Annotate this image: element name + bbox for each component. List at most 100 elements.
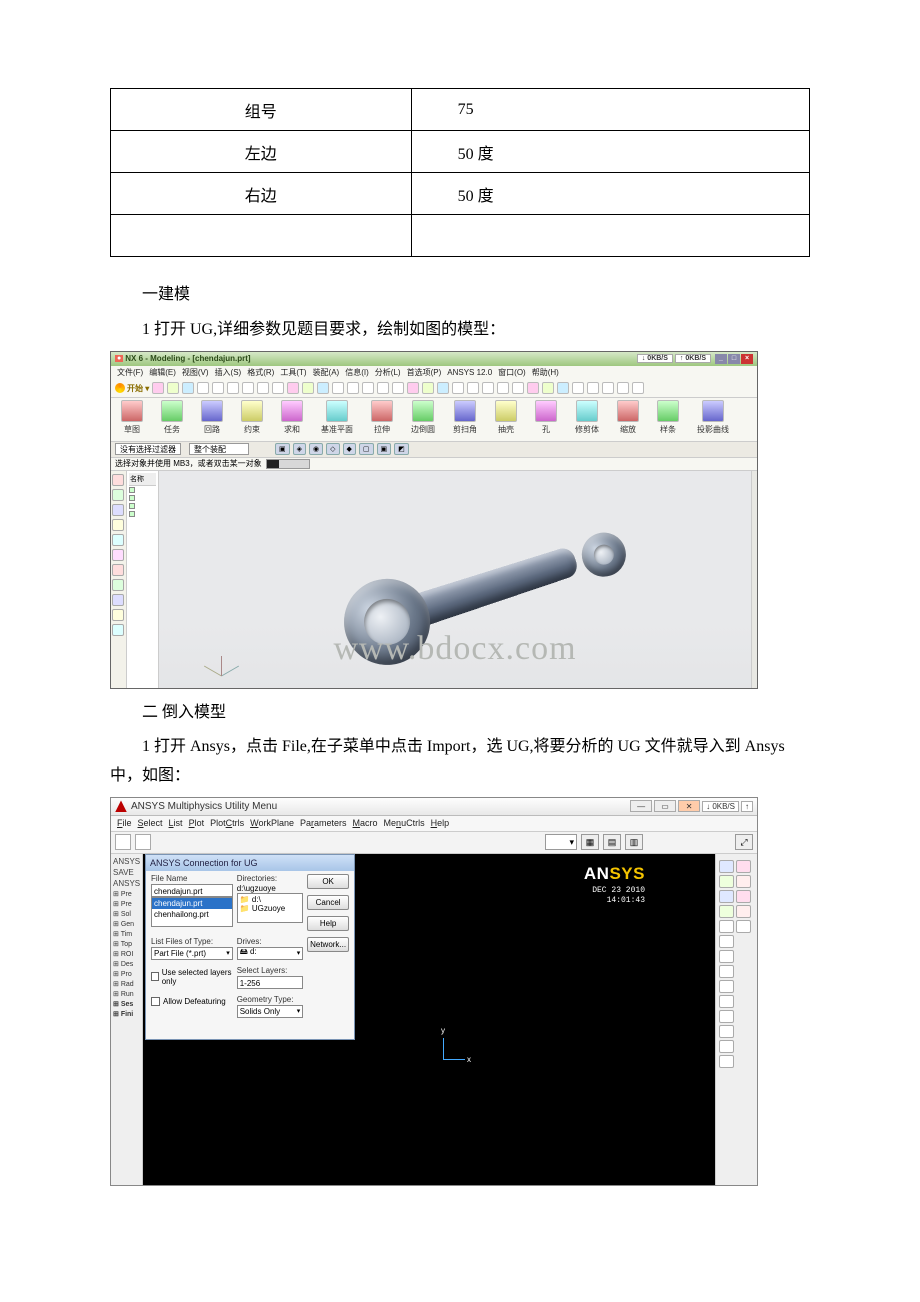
menu-workplane[interactable]: WorkPlane	[250, 818, 294, 828]
tool-icon[interactable]	[407, 382, 419, 394]
shell-icon[interactable]	[495, 400, 517, 422]
tool-icon[interactable]	[332, 382, 344, 394]
nx-menu-item[interactable]: 帮助(H)	[530, 367, 561, 378]
tool-icon[interactable]	[287, 382, 299, 394]
tool-icon[interactable]	[467, 382, 479, 394]
filter-chip-icon[interactable]: ◈	[293, 443, 306, 455]
tool-icon[interactable]	[167, 382, 179, 394]
tree-item[interactable]: ⊞ Ses	[113, 999, 140, 1009]
toolbar-btn-icon[interactable]: ▥	[625, 834, 643, 850]
nx-menu-item[interactable]: 窗口(O)	[496, 367, 528, 378]
tree-item[interactable]: ⊞ Tim	[113, 929, 140, 939]
close-button[interactable]: ×	[741, 354, 753, 364]
pan-up-icon[interactable]	[719, 1025, 734, 1038]
drives-dropdown[interactable]: 🖴 d:▾	[237, 947, 304, 960]
tool-icon[interactable]	[527, 382, 539, 394]
ok-button[interactable]: OK	[307, 874, 349, 889]
tree-item[interactable]: ⊞ Gen	[113, 919, 140, 929]
view-bottom-icon[interactable]	[736, 890, 751, 903]
tree-item[interactable]: ⊞ Top	[113, 939, 140, 949]
tool-icon[interactable]	[542, 382, 554, 394]
spline-icon[interactable]	[657, 400, 679, 422]
tool-icon[interactable]	[497, 382, 509, 394]
tool-icon[interactable]	[437, 382, 449, 394]
directory-list[interactable]: d:\ UGzuoye	[237, 893, 304, 923]
project-curve-icon[interactable]	[702, 400, 724, 422]
scale-icon[interactable]	[617, 400, 639, 422]
use-layers-checkbox[interactable]: Use selected layers only	[151, 968, 233, 986]
filter-chip-icon[interactable]: ◇	[326, 443, 339, 455]
minimize-button[interactable]: _	[715, 354, 727, 364]
tool-icon[interactable]	[602, 382, 614, 394]
fillet-icon[interactable]	[412, 400, 434, 422]
tree-item[interactable]: ⊞ Fini	[113, 1009, 140, 1019]
tree-item[interactable]: ⊞ Pre	[113, 899, 140, 909]
rail-icon[interactable]	[112, 519, 124, 531]
menu-list[interactable]: List	[169, 818, 183, 828]
tool-icon[interactable]	[347, 382, 359, 394]
sketch-icon[interactable]	[121, 400, 143, 422]
geometry-type-dropdown[interactable]: Solids Only▾	[237, 1005, 304, 1018]
nx-menu-item[interactable]: 编辑(E)	[147, 367, 178, 378]
nx-menu-item[interactable]: 信息(I)	[343, 367, 371, 378]
file-list[interactable]: chendajun.prt chenhailong.prt	[151, 897, 233, 927]
tool-icon[interactable]	[272, 382, 284, 394]
trimbody-icon[interactable]	[576, 400, 598, 422]
dir-item[interactable]: UGzuoye	[240, 904, 301, 913]
menu-parameters[interactable]: Parameters	[300, 818, 347, 828]
filter-chip-icon[interactable]: ▢	[359, 443, 374, 455]
tree-item[interactable]: ⊞ Pro	[113, 969, 140, 979]
nx-3d-viewport[interactable]: www.bdocx.com	[159, 471, 751, 689]
rail-icon[interactable]	[112, 504, 124, 516]
tree-item[interactable]: ⊞ ROI	[113, 949, 140, 959]
tool-icon[interactable]	[422, 382, 434, 394]
view-next-icon[interactable]	[719, 1010, 734, 1023]
view-back-icon[interactable]	[736, 875, 751, 888]
tool-icon[interactable]	[242, 382, 254, 394]
zoom-in-icon[interactable]	[719, 920, 734, 933]
tool-icon[interactable]	[617, 382, 629, 394]
ansys-main-menu[interactable]: ANSYS SAVE ANSYS ⊞ Pre ⊞ Pre ⊞ Sol ⊞ Gen…	[111, 854, 143, 1186]
tree-item[interactable]: ⊞ Sol	[113, 909, 140, 919]
menu-menuctrls[interactable]: MenuCtrls	[384, 818, 425, 828]
maximize-button[interactable]: ▭	[654, 800, 676, 812]
view-left-icon[interactable]	[719, 905, 734, 918]
menu-plotctrls[interactable]: PlotCtrls	[210, 818, 244, 828]
pan-down-icon[interactable]	[719, 1040, 734, 1053]
rail-icon[interactable]	[112, 594, 124, 606]
view-front-icon[interactable]	[719, 875, 734, 888]
tree-item[interactable]: ⊞ Run	[113, 989, 140, 999]
file-list-item-selected[interactable]: chendajun.prt	[152, 898, 232, 909]
zoom-fit-icon[interactable]	[719, 980, 734, 993]
tool-icon[interactable]	[257, 382, 269, 394]
rail-icon[interactable]	[112, 624, 124, 636]
rail-icon[interactable]	[112, 549, 124, 561]
toolbar-raise-icon[interactable]: ⤢	[735, 834, 753, 850]
datum-plane-icon[interactable]	[326, 400, 348, 422]
file-type-dropdown[interactable]: Part File (*.prt)▾	[151, 947, 233, 960]
tool-icon[interactable]	[302, 382, 314, 394]
select-layers-input[interactable]: 1-256	[237, 976, 304, 989]
tool-icon[interactable]	[392, 382, 404, 394]
filter-chip-icon[interactable]: ▣	[377, 443, 392, 455]
menu-macro[interactable]: Macro	[353, 818, 378, 828]
nx-menu-item[interactable]: 视图(V)	[180, 367, 211, 378]
toolbar-btn-icon[interactable]: ▤	[603, 834, 621, 850]
hole-icon[interactable]	[535, 400, 557, 422]
extrude-icon[interactable]	[371, 400, 393, 422]
maximize-button[interactable]: □	[728, 354, 740, 364]
new-file-icon[interactable]	[115, 834, 131, 850]
nx-menu-item[interactable]: 文件(F)	[115, 367, 145, 378]
dynamic-icon[interactable]	[719, 1055, 734, 1068]
rail-icon[interactable]	[112, 489, 124, 501]
file-list-item[interactable]: chenhailong.prt	[152, 909, 232, 920]
task-icon[interactable]	[161, 400, 183, 422]
menu-select[interactable]: Select	[138, 818, 163, 828]
view-fit-icon[interactable]	[736, 860, 751, 873]
rail-icon[interactable]	[112, 534, 124, 546]
tool-icon[interactable]	[317, 382, 329, 394]
tool-icon[interactable]	[452, 382, 464, 394]
tool-icon[interactable]	[557, 382, 569, 394]
tool-icon[interactable]	[212, 382, 224, 394]
network-button[interactable]: Network...	[307, 937, 349, 952]
